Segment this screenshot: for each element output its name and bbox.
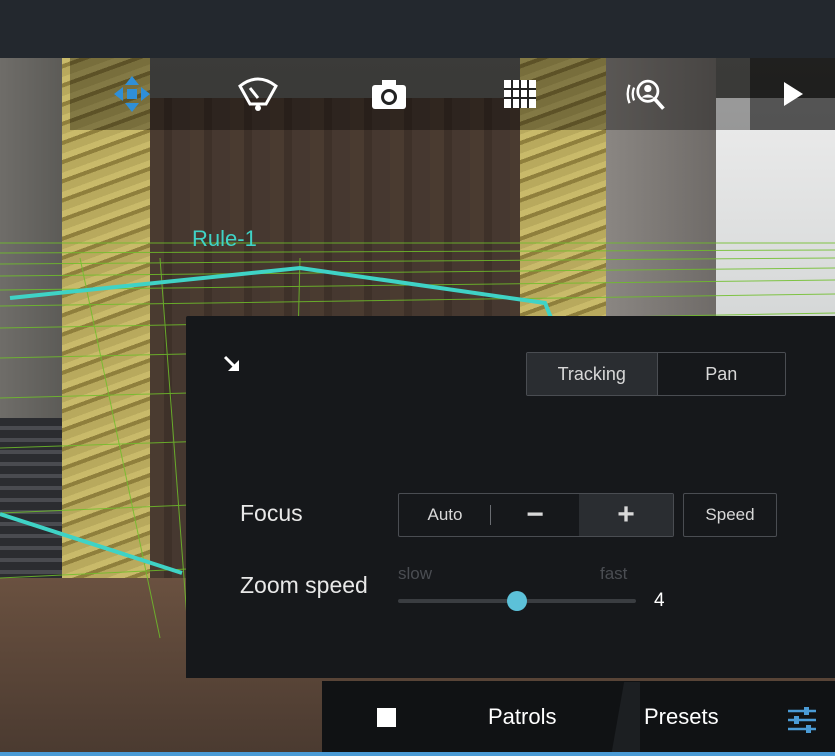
grid-icon[interactable]: [498, 72, 542, 116]
zoom-speed-value: 4: [654, 590, 665, 611]
rule-label: Rule-1: [192, 226, 257, 251]
bottom-control-bar: [322, 681, 835, 756]
focus-auto-button[interactable]: Auto: [399, 494, 491, 536]
voice-search-icon[interactable]: [624, 72, 668, 116]
slow-label: slow: [398, 564, 433, 583]
ptz-toolbar: [70, 58, 835, 130]
zoom-speed-slider[interactable]: [398, 591, 636, 611]
zoom-speed-slider-thumb[interactable]: [507, 591, 527, 611]
stop-button[interactable]: [377, 708, 396, 727]
fast-label: fast: [600, 564, 628, 583]
ptz-control-panel: Tracking Pan Focus Auto − + Speed Zoom s…: [186, 316, 835, 678]
speedometer-icon[interactable]: [236, 72, 280, 116]
focus-plus-button[interactable]: +: [579, 494, 673, 536]
patrols-tab[interactable]: Patrols: [488, 704, 556, 730]
ptz-move-icon[interactable]: [110, 72, 154, 116]
presets-tab[interactable]: Presets: [644, 704, 719, 730]
play-icon[interactable]: [750, 58, 835, 130]
collapse-arrow-icon[interactable]: [222, 354, 242, 374]
top-header-bar: [0, 0, 835, 58]
zoom-speed-label: Zoom speed: [240, 572, 368, 598]
settings-sliders-icon[interactable]: [786, 705, 818, 735]
selection-indicator: [0, 752, 835, 756]
tracking-mode-button[interactable]: Tracking: [527, 353, 658, 395]
focus-speed-button[interactable]: Speed: [683, 493, 777, 537]
rule-zone-bottom-edge: [0, 512, 183, 575]
pan-mode-button[interactable]: Pan: [657, 353, 785, 395]
focus-minus-button[interactable]: −: [491, 494, 579, 536]
bottom-bar-divider: [600, 682, 640, 756]
focus-label: Focus: [240, 500, 303, 526]
focus-controls: Auto − +: [398, 493, 674, 537]
mode-toggle: Tracking Pan: [526, 352, 786, 396]
camera-view: Rule-1 Tracking Pan Focus Auto − + Speed…: [0, 0, 835, 756]
camera-snapshot-icon[interactable]: [367, 72, 411, 116]
